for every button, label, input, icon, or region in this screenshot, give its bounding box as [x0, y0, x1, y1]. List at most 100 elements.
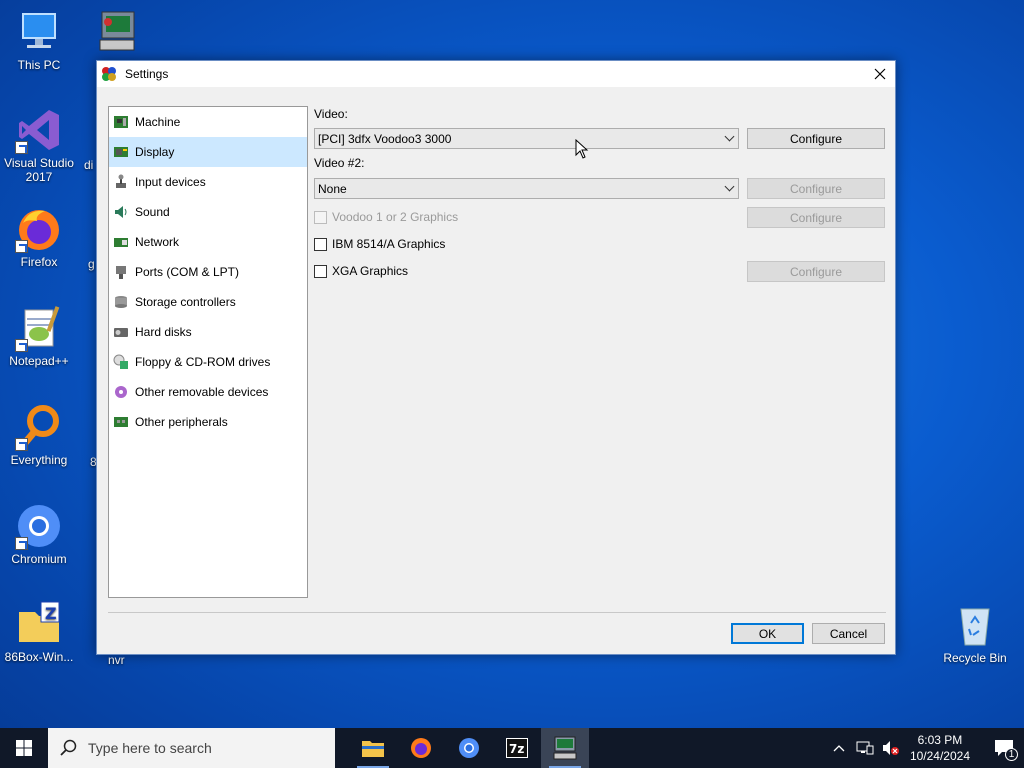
- close-icon: [874, 68, 886, 80]
- footer-separator: [108, 612, 886, 613]
- notepad-plus-plus-icon: [15, 304, 63, 352]
- nav-item-label: Display: [135, 145, 175, 159]
- desktop-icon-label: Everything: [10, 453, 68, 467]
- taskbar: Type here to search 7z 6:03 PM 10/24/202…: [0, 728, 1024, 768]
- svg-text:7z: 7z: [509, 742, 524, 756]
- nav-item-floppy-cdrom[interactable]: Floppy & CD-ROM drives: [109, 347, 307, 377]
- desktop-icon-label: Notepad++: [9, 354, 69, 368]
- notification-center-button[interactable]: 1: [984, 728, 1024, 768]
- partial-desktop-label: nvr: [108, 653, 125, 667]
- 86box-icon: [553, 736, 577, 760]
- nav-item-network[interactable]: Network: [109, 227, 307, 257]
- zip-folder-icon: Z: [15, 600, 63, 648]
- video-select-value: [PCI] 3dfx Voodoo3 3000: [318, 131, 452, 146]
- shortcut-arrow-icon: [15, 339, 28, 352]
- video-select[interactable]: [PCI] 3dfx Voodoo3 3000: [314, 128, 739, 149]
- port-connector-icon: [113, 264, 129, 280]
- search-icon: [60, 739, 77, 756]
- nav-item-label: Network: [135, 235, 180, 249]
- 86box-icon: [92, 8, 140, 56]
- chromium-icon: [15, 502, 63, 550]
- desktop-icon-86box-app[interactable]: [76, 8, 156, 58]
- video-label: Video:: [314, 107, 348, 121]
- start-button[interactable]: [0, 728, 48, 768]
- taskbar-7zip[interactable]: 7z: [493, 728, 541, 768]
- chromium-icon: [459, 738, 479, 758]
- taskbar-search-box[interactable]: Type here to search: [48, 728, 335, 768]
- video2-configure-button[interactable]: Configure: [747, 178, 885, 199]
- xga-configure-button[interactable]: Configure: [747, 261, 885, 282]
- nav-item-label: Storage controllers: [135, 295, 236, 309]
- nav-item-machine[interactable]: Machine: [109, 107, 307, 137]
- 86box-app-icon: [101, 66, 117, 82]
- speaker-icon: [113, 204, 129, 220]
- volume-muted-icon[interactable]: [882, 740, 900, 756]
- nav-item-ports[interactable]: Ports (COM & LPT): [109, 257, 307, 287]
- desktop-icon-recycle-bin[interactable]: Recycle Bin: [935, 601, 1015, 665]
- firefox-icon: [15, 205, 63, 253]
- ok-button[interactable]: OK: [731, 623, 804, 644]
- shortcut-arrow-icon: [15, 537, 28, 550]
- voodoo-checkbox[interactable]: Voodoo 1 or 2 Graphics: [314, 210, 458, 224]
- checkbox-box: [314, 210, 327, 224]
- clock-time: 6:03 PM: [917, 733, 963, 747]
- taskbar-file-explorer[interactable]: [349, 728, 397, 768]
- desktop-icon-firefox[interactable]: Firefox: [0, 205, 79, 269]
- video2-select[interactable]: None: [314, 178, 739, 199]
- nav-item-label: Other removable devices: [135, 385, 269, 399]
- removable-media-icon: [113, 384, 129, 400]
- nav-item-label: Floppy & CD-ROM drives: [135, 355, 271, 369]
- visual-studio-icon: [15, 106, 63, 154]
- computer-icon: [15, 8, 63, 56]
- taskbar-86box[interactable]: [541, 728, 589, 768]
- desktop-icon-label: Visual Studio 2017: [4, 156, 74, 184]
- partial-desktop-label: g: [88, 257, 95, 271]
- title-bar[interactable]: Settings: [97, 61, 895, 87]
- mouse-cursor-icon: [575, 139, 589, 159]
- video-configure-button[interactable]: Configure: [747, 128, 885, 149]
- taskbar-firefox[interactable]: [397, 728, 445, 768]
- desktop-icon-notepad-plus-plus[interactable]: Notepad++: [0, 304, 79, 368]
- motherboard-icon: [113, 114, 129, 130]
- hard-disk-icon: [113, 324, 129, 340]
- desktop-icon-visual-studio[interactable]: Visual Studio 2017: [0, 106, 79, 184]
- desktop-icon-everything[interactable]: Everything: [0, 403, 79, 467]
- 7zip-icon: 7z: [506, 738, 528, 758]
- nav-item-display[interactable]: Display: [109, 137, 307, 167]
- nav-item-sound[interactable]: Sound: [109, 197, 307, 227]
- voodoo-configure-button[interactable]: Configure: [747, 207, 885, 228]
- desktop-icon-86box-folder[interactable]: Z 86Box-Win...: [0, 600, 79, 664]
- folder-icon: [362, 741, 384, 757]
- chevron-down-icon: [724, 181, 735, 192]
- nav-item-storage-controllers[interactable]: Storage controllers: [109, 287, 307, 317]
- nav-item-other-peripherals[interactable]: Other peripherals: [109, 407, 307, 437]
- nav-item-input-devices[interactable]: Input devices: [109, 167, 307, 197]
- nav-item-label: Machine: [135, 115, 181, 129]
- shortcut-arrow-icon: [15, 240, 28, 253]
- taskbar-clock[interactable]: 6:03 PM 10/24/2024: [910, 732, 970, 764]
- desktop-icon-chromium[interactable]: Chromium: [0, 502, 79, 566]
- ibm-8514a-checkbox[interactable]: IBM 8514/A Graphics: [314, 237, 445, 251]
- nav-item-removable-devices[interactable]: Other removable devices: [109, 377, 307, 407]
- nav-item-label: Hard disks: [135, 325, 192, 339]
- floppy-cd-icon: [113, 354, 129, 370]
- network-icon[interactable]: [856, 740, 874, 756]
- desktop-icon-this-pc[interactable]: This PC: [0, 8, 79, 72]
- cancel-button[interactable]: Cancel: [812, 623, 885, 644]
- desktop-icon-label: Recycle Bin: [943, 651, 1007, 665]
- search-placeholder: Type here to search: [88, 740, 212, 756]
- taskbar-chromium[interactable]: [445, 728, 493, 768]
- chevron-up-icon[interactable]: [832, 741, 846, 755]
- nav-item-label: Other peripherals: [135, 415, 228, 429]
- xga-checkbox-label: XGA Graphics: [332, 264, 409, 278]
- desktop-icon-label: Chromium: [11, 552, 67, 566]
- nav-item-label: Sound: [135, 205, 170, 219]
- checkbox-box: [314, 237, 327, 251]
- nav-item-label: Input devices: [135, 175, 206, 189]
- ibm-8514a-checkbox-label: IBM 8514/A Graphics: [332, 237, 446, 251]
- close-button[interactable]: [865, 61, 895, 87]
- nav-item-hard-disks[interactable]: Hard disks: [109, 317, 307, 347]
- firefox-icon: [411, 738, 431, 758]
- xga-checkbox[interactable]: XGA Graphics: [314, 264, 408, 278]
- windows-logo-icon: [16, 740, 32, 756]
